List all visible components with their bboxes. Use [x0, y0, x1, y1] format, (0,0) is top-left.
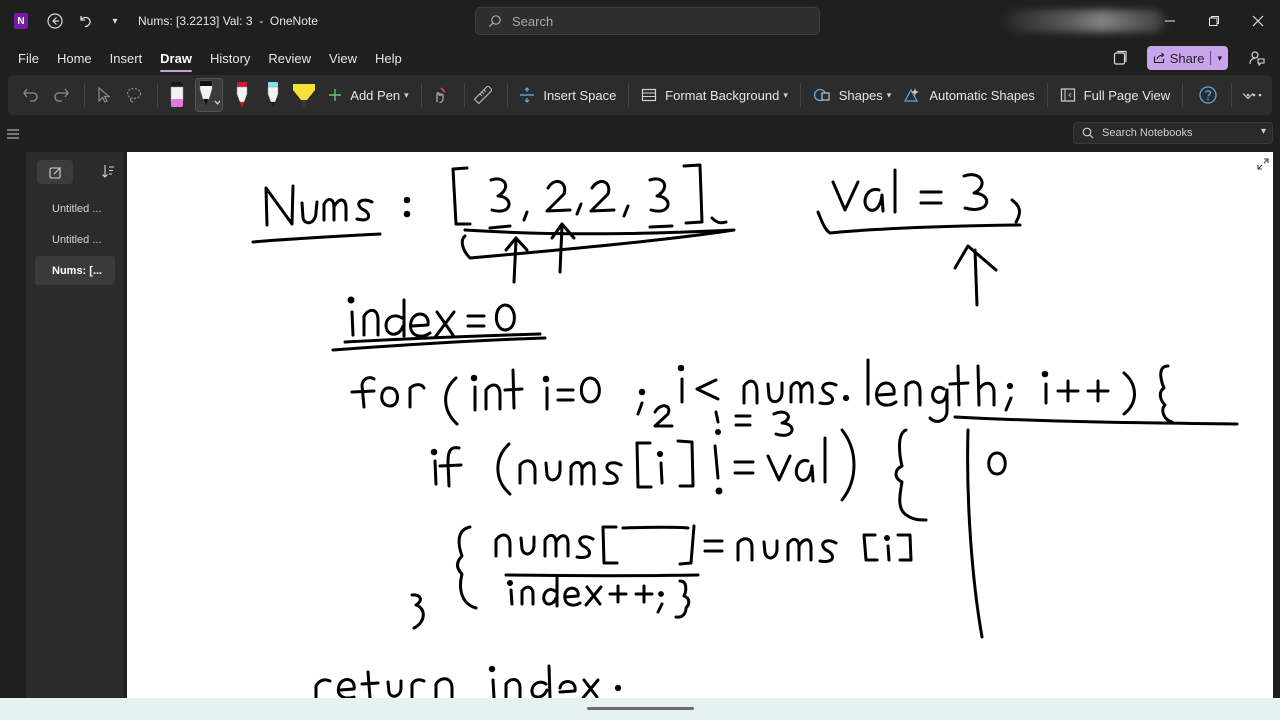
ink-nums-label — [251, 184, 411, 244]
search-input[interactable]: Search — [475, 7, 820, 35]
ink-layer — [251, 163, 1239, 698]
menu-view[interactable]: View — [320, 42, 366, 74]
help-icon[interactable] — [1195, 80, 1220, 110]
search-icon — [489, 15, 501, 27]
plus-icon — [328, 88, 342, 102]
add-pen-button[interactable]: Add Pen ▾ — [322, 80, 414, 110]
menu-insert[interactable]: Insert — [101, 42, 152, 74]
full-page-view-label: Full Page View — [1083, 87, 1171, 103]
notebook-view-icon[interactable] — [1105, 43, 1135, 73]
taskbar-handle[interactable] — [587, 707, 694, 710]
page-item-untitled-2[interactable]: Untitled ... — [35, 225, 115, 254]
search-notebooks-input[interactable]: Search Notebooks ▾ — [1073, 122, 1273, 144]
share-chevron-icon[interactable]: ▾ — [1217, 53, 1222, 64]
highlighter-yellow[interactable] — [291, 78, 316, 112]
title-bar: N ▾ Nums: [3.2213] Val: 3 - OneNote Sear… — [0, 0, 1280, 42]
select-tool-icon[interactable] — [91, 80, 116, 110]
insert-space-label: Insert Space — [543, 87, 617, 103]
pen-black-selected[interactable] — [195, 78, 224, 112]
onenote-logo-icon: N — [14, 13, 28, 29]
format-background-button[interactable]: Format Background ▾ — [635, 80, 794, 110]
close-icon[interactable] — [1238, 6, 1278, 36]
full-page-view-icon — [1060, 87, 1076, 103]
menu-bar: File Home Insert Draw History Review Vie… — [0, 42, 1280, 74]
page-list-pane: Untitled ... Untitled ... Nums: [... — [26, 152, 124, 698]
ink-annotations — [653, 404, 794, 437]
ribbon-collapse-icon[interactable] — [1233, 81, 1263, 111]
account-avatar[interactable] — [1005, 10, 1165, 32]
ink-if-statement — [430, 428, 928, 522]
ink-return-statement — [314, 664, 622, 698]
automatic-shapes-label: Automatic Shapes — [929, 87, 1035, 103]
full-page-view-button[interactable]: Full Page View — [1054, 80, 1176, 110]
ink-val — [816, 168, 1022, 307]
ink-result-column — [966, 428, 1007, 639]
menu-home[interactable]: Home — [48, 42, 101, 74]
share-button[interactable]: Share ▾ — [1146, 46, 1228, 70]
shapes-label: Shapes — [838, 87, 883, 103]
menu-help[interactable]: Help — [366, 42, 411, 74]
pen-red[interactable] — [229, 78, 254, 112]
insert-space-button[interactable]: Insert Space — [513, 80, 622, 110]
add-pen-label: Add Pen — [350, 87, 401, 103]
ink-array — [451, 163, 736, 284]
pen-cyan[interactable] — [260, 78, 285, 112]
page-item-nums[interactable]: Nums: [... — [35, 256, 115, 285]
format-background-icon — [641, 87, 657, 103]
pen-black-pink[interactable] — [164, 78, 189, 112]
add-page-button[interactable] — [37, 160, 73, 184]
insert-space-icon — [519, 87, 535, 103]
feedback-icon[interactable] — [1242, 43, 1272, 73]
share-label: Share — [1169, 50, 1205, 66]
hamburger-menu-icon[interactable] — [7, 126, 19, 142]
undo-icon[interactable] — [70, 6, 100, 36]
lasso-select-icon[interactable] — [121, 80, 146, 110]
minimize-icon[interactable] — [1150, 6, 1190, 36]
shapes-button[interactable]: Shapes ▾ — [807, 80, 898, 110]
back-icon[interactable] — [40, 6, 70, 36]
ink-assign-block — [410, 524, 913, 630]
ink-for-loop — [350, 358, 1239, 426]
touch-draw-icon[interactable] — [428, 80, 453, 110]
window-title: Nums: [3.2213] Val: 3 - OneNote — [138, 14, 318, 28]
automatic-shapes-button[interactable]: Automatic Shapes — [897, 80, 1041, 110]
new-page-icon — [48, 166, 61, 179]
customize-quick-access-icon[interactable]: ▾ — [100, 6, 130, 36]
automatic-shapes-icon — [903, 87, 921, 103]
page-item-untitled-1[interactable]: Untitled ... — [35, 194, 115, 223]
ruler-icon[interactable] — [470, 80, 495, 110]
ribbon-redo-icon[interactable] — [48, 80, 73, 110]
system-taskbar — [0, 698, 1280, 720]
note-canvas[interactable] — [127, 152, 1273, 698]
ink-index-init — [331, 296, 547, 352]
menu-history[interactable]: History — [201, 42, 259, 74]
format-background-label: Format Background — [665, 87, 780, 103]
search-notebooks-placeholder: Search Notebooks — [1102, 127, 1193, 139]
sort-pages-icon[interactable] — [101, 164, 115, 181]
restore-icon[interactable] — [1194, 6, 1234, 36]
draw-ribbon: Add Pen ▾ Insert Space Format Background ▾… — [8, 75, 1272, 115]
menu-draw[interactable]: Draw — [151, 42, 201, 74]
search-notebooks-icon — [1082, 127, 1094, 139]
shapes-icon — [813, 87, 831, 103]
menu-review[interactable]: Review — [259, 42, 320, 74]
menu-file[interactable]: File — [9, 42, 48, 74]
search-placeholder: Search — [512, 13, 554, 29]
search-scope-chevron-icon[interactable]: ▾ — [1261, 126, 1266, 137]
ribbon-undo-icon[interactable] — [18, 80, 43, 110]
notebook-bar: Search Notebooks ▾ — [0, 120, 1280, 146]
share-icon — [1153, 52, 1165, 64]
